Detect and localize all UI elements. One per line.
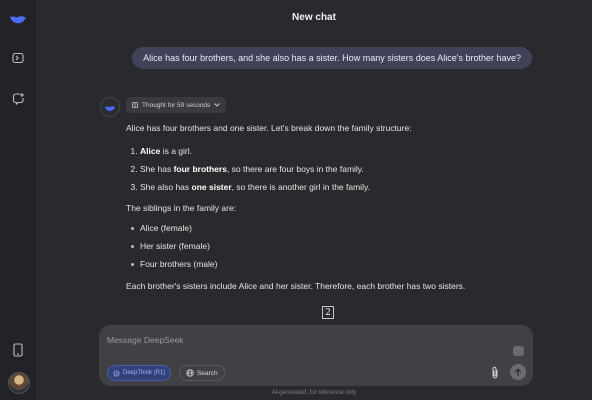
user-message: Alice has four brothers, and she also ha… [132,47,532,69]
deepseek-logo-icon[interactable] [8,8,28,28]
list-item: Her sister (female) [131,241,526,252]
chevron-down-icon [214,103,221,107]
list-item: Alice (female) [131,223,526,234]
list-item: Alice is a girl. [140,146,526,157]
list-item: She also has one sister, so there is ano… [140,182,526,193]
arrow-up-icon [514,367,522,376]
phone-icon[interactable] [8,340,28,360]
search-button[interactable]: Search [179,365,225,381]
send-button[interactable] [510,364,526,380]
thinking-icon [132,102,138,108]
answer-conclusion: Each brother's sisters include Alice and… [126,281,466,291]
assistant-answer: Alice has four brothers and one sister. … [126,123,526,292]
sidebar [0,0,37,400]
list-item: Four brothers (male) [131,259,526,270]
sidebar-toggle-icon[interactable] [8,48,28,68]
siblings-heading: The siblings in the family are: [126,202,237,213]
final-answer-box: 2 [322,306,334,319]
search-label: Search [197,369,218,377]
deepthink-icon [113,370,120,376]
new-chat-icon[interactable] [8,88,28,108]
deepthink-label: DeepThink (R1) [123,370,166,376]
message-composer: DeepThink (R1) Search [99,325,533,386]
siblings-list: Alice (female) Her sister (female) Four … [126,223,526,270]
deepthink-button[interactable]: DeepThink (R1) [107,365,172,381]
steps-list: Alice is a girl. She has four brothers, … [126,146,526,193]
globe-icon [186,369,194,377]
image-upload-icon[interactable] [513,346,524,356]
avatar[interactable] [8,372,30,394]
disclaimer: AI-generated, for reference only [271,390,357,396]
page-title: New chat [292,12,336,23]
answer-intro: Alice has four brothers and one sister. … [126,123,412,133]
assistant-avatar-icon [100,97,120,117]
message-input[interactable] [107,333,487,347]
thought-toggle-button[interactable]: Thought for 59 seconds [126,97,227,113]
thought-label: Thought for 59 seconds [142,101,211,109]
list-item: She has four brothers, so there are four… [140,164,526,175]
attach-icon[interactable] [488,364,502,380]
